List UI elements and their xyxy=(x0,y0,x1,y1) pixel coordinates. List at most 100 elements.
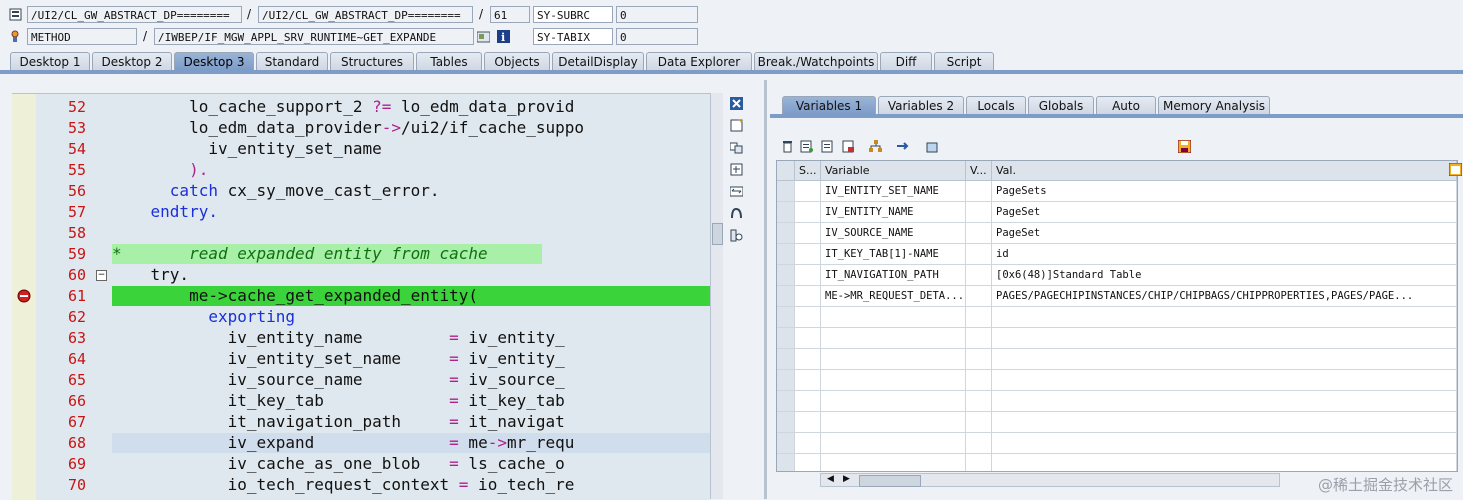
table-row[interactable]: IV_SOURCE_NAME PageSet xyxy=(777,223,1457,244)
table-row[interactable] xyxy=(777,433,1457,454)
table-row[interactable]: IV_ENTITY_NAME PageSet xyxy=(777,202,1457,223)
code-line[interactable]: me->cache_get_expanded_entity( xyxy=(112,286,478,305)
delete-icon[interactable] xyxy=(781,140,794,153)
tab-desktop-2[interactable]: Desktop 2 xyxy=(92,52,172,70)
table-row[interactable] xyxy=(777,370,1457,391)
tab-desktop-3[interactable]: Desktop 3 xyxy=(174,52,254,70)
code-line[interactable]: lo_cache_support_2 ?= lo_edm_data_provid xyxy=(112,97,574,116)
table-row[interactable] xyxy=(777,307,1457,328)
tab-standard[interactable]: Standard xyxy=(256,52,328,70)
variable-cell[interactable] xyxy=(821,454,966,471)
code-line[interactable]: endtry. xyxy=(112,202,218,221)
row-selector[interactable] xyxy=(777,286,795,307)
row-selector[interactable] xyxy=(777,202,795,223)
code-line[interactable]: it_navigation_path = it_navigat xyxy=(112,412,565,431)
variable-cell[interactable]: IV_ENTITY_NAME xyxy=(821,202,966,223)
code-line[interactable]: try. xyxy=(112,265,190,284)
row-selector[interactable] xyxy=(777,307,795,328)
export-icon[interactable] xyxy=(842,140,855,153)
code-line[interactable]: iv_entity_set_name xyxy=(112,139,381,158)
tab-break-watchpoints[interactable]: Break./Watchpoints xyxy=(754,52,878,70)
row-selector[interactable] xyxy=(777,370,795,391)
code-line[interactable]: it_key_tab = it_key_tab xyxy=(112,391,565,410)
tab-objects[interactable]: Objects xyxy=(484,52,550,70)
event-type-field[interactable]: METHOD xyxy=(27,28,137,45)
filter-icon[interactable] xyxy=(925,140,938,153)
type-column-header[interactable]: V... xyxy=(966,161,992,181)
hierarchy-icon[interactable] xyxy=(869,140,882,153)
editor-scrollbar[interactable] xyxy=(710,93,723,499)
code-line[interactable]: iv_entity_name = iv_entity_ xyxy=(112,328,565,347)
value-column-header[interactable]: Val. xyxy=(992,161,1457,181)
navigate-icon[interactable] xyxy=(896,140,909,153)
system-variable-field[interactable]: SY-SUBRC xyxy=(533,6,613,23)
code-line[interactable]: * read expanded entity from cache xyxy=(112,244,488,263)
variable-cell[interactable] xyxy=(821,349,966,370)
add-variable-icon[interactable] xyxy=(800,140,813,153)
row-selector[interactable] xyxy=(777,412,795,433)
variable-cell[interactable] xyxy=(821,433,966,454)
display-source-icon[interactable] xyxy=(476,30,491,43)
scroll-left-icon[interactable]: ◀ xyxy=(827,474,834,484)
tab-script[interactable]: Script xyxy=(934,52,994,70)
variable-cell[interactable] xyxy=(821,307,966,328)
variable-cell[interactable] xyxy=(821,412,966,433)
table-row[interactable] xyxy=(777,391,1457,412)
method-name-field[interactable]: /IWBEP/IF_MGW_APPL_SRV_RUNTIME~GET_EXPAN… xyxy=(154,28,474,45)
info-icon[interactable]: i xyxy=(497,30,510,44)
variable-cell[interactable]: IV_SOURCE_NAME xyxy=(821,223,966,244)
line-number-field[interactable]: 61 xyxy=(490,6,530,23)
pane-splitter[interactable] xyxy=(764,80,767,499)
code-line[interactable]: iv_entity_set_name = iv_entity_ xyxy=(112,349,565,368)
code-line[interactable]: catch cx_sy_move_cast_error. xyxy=(112,181,440,200)
tab-memory-analysis[interactable]: Memory Analysis xyxy=(1158,96,1270,114)
code-line[interactable]: ). xyxy=(112,160,208,179)
system-variable-value-2[interactable]: 0 xyxy=(616,28,698,45)
table-row[interactable]: IV_ENTITY_SET_NAME PageSets xyxy=(777,181,1457,202)
save-icon[interactable] xyxy=(1177,139,1192,154)
code-line[interactable]: iv_cache_as_one_blob = ls_cache_o xyxy=(112,454,565,473)
table-row[interactable]: ME->MR_REQUEST_DETA... PAGES/PAGECHIPINST… xyxy=(777,286,1457,307)
settings-icon[interactable] xyxy=(730,229,743,242)
tab-globals[interactable]: Globals xyxy=(1028,96,1094,114)
row-selector[interactable] xyxy=(777,223,795,244)
scroll-right-icon[interactable]: ▶ xyxy=(843,474,850,484)
tab-variables-2[interactable]: Variables 2 xyxy=(878,96,964,114)
variable-cell[interactable]: IT_NAVIGATION_PATH xyxy=(821,265,966,286)
layout-icon[interactable] xyxy=(1448,162,1463,177)
collapse-block-icon[interactable]: − xyxy=(96,270,107,281)
row-selector[interactable] xyxy=(777,349,795,370)
maximize-icon[interactable] xyxy=(730,163,743,176)
scroll-thumb[interactable] xyxy=(859,475,921,487)
tab-detaildisplay[interactable]: DetailDisplay xyxy=(552,52,644,70)
code-line[interactable]: exporting xyxy=(112,307,295,326)
new-tool-icon[interactable] xyxy=(730,118,743,132)
row-selector[interactable] xyxy=(777,265,795,286)
code-line[interactable]: iv_expand = me->mr_requ xyxy=(112,433,575,452)
variable-cell[interactable] xyxy=(821,370,966,391)
row-selector-header[interactable] xyxy=(777,161,795,181)
services-icon[interactable] xyxy=(730,207,743,220)
row-selector[interactable] xyxy=(777,433,795,454)
table-row[interactable] xyxy=(777,454,1457,471)
row-selector[interactable] xyxy=(777,454,795,471)
tab-variables-1[interactable]: Variables 1 xyxy=(782,96,876,114)
breakpoint-icon[interactable] xyxy=(17,289,31,303)
table-row[interactable] xyxy=(777,349,1457,370)
variable-cell[interactable] xyxy=(821,328,966,349)
close-icon[interactable] xyxy=(730,97,743,110)
tab-locals[interactable]: Locals xyxy=(966,96,1026,114)
code-line[interactable]: iv_source_name = iv_source_ xyxy=(112,370,565,389)
variable-cell[interactable]: IV_ENTITY_SET_NAME xyxy=(821,181,966,202)
source-editor[interactable]: 52 lo_cache_support_2 ?= lo_edm_data_pro… xyxy=(12,93,710,500)
table-row[interactable] xyxy=(777,328,1457,349)
system-variable-value[interactable]: 0 xyxy=(616,6,698,23)
tab-tables[interactable]: Tables xyxy=(416,52,482,70)
table-row[interactable] xyxy=(777,412,1457,433)
row-selector[interactable] xyxy=(777,244,795,265)
swap-icon[interactable] xyxy=(729,185,744,198)
grid-horizontal-scrollbar[interactable]: ◀ ▶ xyxy=(820,473,1280,487)
tab-desktop-1[interactable]: Desktop 1 xyxy=(10,52,90,70)
variable-cell[interactable] xyxy=(821,391,966,412)
table-row[interactable]: IT_NAVIGATION_PATH [0x6(48)]Standard Tabl… xyxy=(777,265,1457,286)
